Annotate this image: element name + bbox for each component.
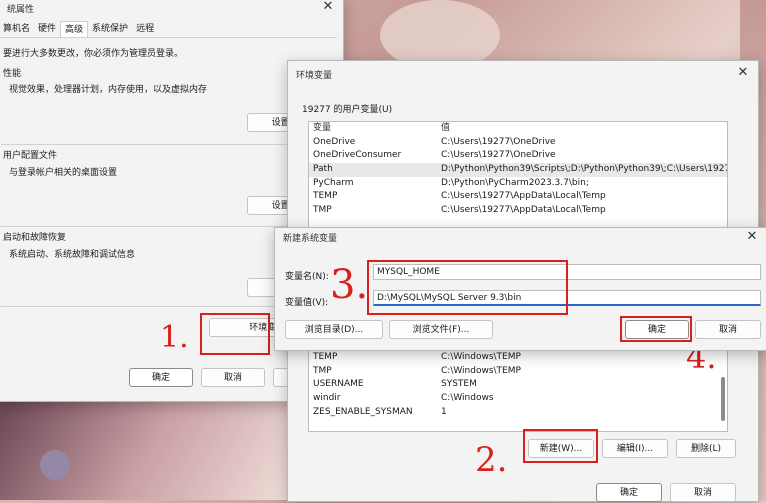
performance-desc: 视觉效果，处理器计划，内存使用，以及虚拟内存 <box>9 85 208 95</box>
column-name[interactable]: 变量 <box>309 122 441 136</box>
browse-directory-button[interactable]: 浏览目录(D)... <box>285 320 383 339</box>
cancel-button[interactable]: 取消 <box>201 368 265 387</box>
list-item[interactable]: TEMP C:\Windows\TEMP <box>309 351 727 365</box>
variable-name-input[interactable]: MYSQL_HOME <box>373 264 761 280</box>
startup-heading: 启动和故障恢复 <box>3 233 67 243</box>
titlebar: 新建系统变量 ✕ <box>275 228 766 246</box>
tab-bar: 算机名 硬件 高级 系统保护 远程 <box>0 21 158 38</box>
list-item[interactable]: TMP C:\Users\19277\AppData\Local\Temp <box>309 204 727 218</box>
tab-system-protection[interactable]: 系统保护 <box>88 21 132 37</box>
close-icon[interactable]: ✕ <box>743 228 761 246</box>
profile-heading: 用户配置文件 <box>3 151 58 161</box>
cancel-button[interactable]: 取消 <box>670 483 736 502</box>
variable-value-input[interactable]: D:\MySQL\MySQL Server 9.3\bin <box>373 290 761 306</box>
step-1-label: 1. <box>160 320 189 355</box>
user-variables-list[interactable]: 变量 值 OneDrive C:\Users\19277\OneDrive One… <box>308 121 728 231</box>
cancel-button[interactable]: 取消 <box>695 320 761 339</box>
list-header: 变量 值 <box>309 122 727 136</box>
admin-note: 要进行大多数更改，你必须作为管理员登录。 <box>3 49 184 59</box>
user-variables-heading: 19277 的用户变量(U) <box>302 105 393 115</box>
list-item[interactable]: Path D:\Python\Python39\Scripts\;D:\Pytho… <box>309 163 727 177</box>
close-icon[interactable]: ✕ <box>734 64 752 82</box>
list-item[interactable]: OneDrive C:\Users\19277\OneDrive <box>309 136 727 150</box>
performance-heading: 性能 <box>3 69 22 79</box>
list-item[interactable]: PyCharm D:\Python\PyCharm2023.3.7\bin; <box>309 177 727 191</box>
system-variables-list[interactable]: TEMP C:\Windows\TEMP TMP C:\Windows\TEMP U… <box>308 350 728 432</box>
scrollbar[interactable] <box>721 377 725 421</box>
titlebar: 统属性 ✕ <box>0 0 343 21</box>
tab-computer-name[interactable]: 算机名 <box>0 21 34 37</box>
edit-variable-button[interactable]: 编辑(I)... <box>602 439 668 458</box>
list-item[interactable]: TMP C:\Windows\TEMP <box>309 365 727 379</box>
column-value[interactable]: 值 <box>441 122 727 136</box>
window-title: 环境变量 <box>296 70 333 81</box>
list-item[interactable]: OneDriveConsumer C:\Users\19277\OneDrive <box>309 149 727 163</box>
ok-button[interactable]: 确定 <box>596 483 662 502</box>
list-item[interactable]: ZES_ENABLE_SYSMAN 1 <box>309 406 727 420</box>
step-2-label: 2. <box>475 440 508 480</box>
step-3-label: 3. <box>330 262 369 308</box>
variable-name-label: 变量名(N): <box>285 272 329 282</box>
variable-value-label: 变量值(V): <box>285 298 329 308</box>
tab-advanced[interactable]: 高级 <box>60 21 89 38</box>
close-icon[interactable]: ✕ <box>319 0 337 16</box>
new-variable-button[interactable]: 新建(W)... <box>528 439 594 458</box>
list-item[interactable]: windir C:\Windows <box>309 392 727 406</box>
browse-file-button[interactable]: 浏览文件(F)... <box>389 320 493 339</box>
window-title: 统属性 <box>7 4 35 15</box>
ok-button[interactable]: 确定 <box>625 320 689 339</box>
tab-hardware[interactable]: 硬件 <box>34 21 60 37</box>
tab-remote[interactable]: 远程 <box>132 21 158 37</box>
profile-desc: 与登录帐户相关的桌面设置 <box>9 168 118 178</box>
window-title: 新建系统变量 <box>283 233 338 244</box>
titlebar: 环境变量 ✕ <box>288 61 758 87</box>
delete-variable-button[interactable]: 删除(L) <box>676 439 736 458</box>
startup-desc: 系统启动、系统故障和调试信息 <box>9 250 136 260</box>
ok-button[interactable]: 确定 <box>129 368 193 387</box>
list-item[interactable]: TEMP C:\Users\19277\AppData\Local\Temp <box>309 190 727 204</box>
list-item[interactable]: USERNAME SYSTEM <box>309 378 727 392</box>
